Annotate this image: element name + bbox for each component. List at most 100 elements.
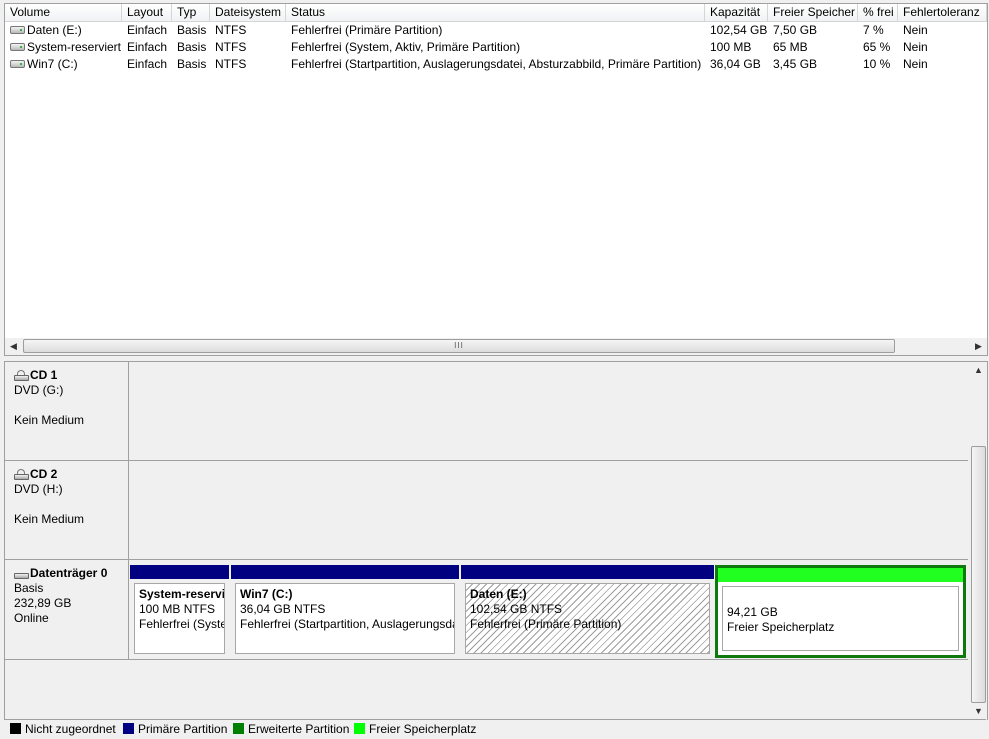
disk-status: Kein Medium xyxy=(14,413,85,427)
disk-size xyxy=(14,497,128,512)
table-cell: 7,50 GB xyxy=(773,23,818,37)
table-cell: 65 MB xyxy=(773,40,808,54)
partition-name: System-reservi xyxy=(139,587,225,601)
table-cell: Einfach xyxy=(127,57,168,71)
column-header[interactable]: Kapazität xyxy=(705,4,768,21)
table-cell: 65 % xyxy=(863,40,891,54)
table-cell: Win7 (C:) xyxy=(7,56,122,73)
chevron-down-icon[interactable]: ▼ xyxy=(970,703,987,720)
partition-status: Freier Speicherplatz xyxy=(727,620,835,634)
partition-box: Win7 (C:) 36,04 GB NTFS Fehlerfrei (Star… xyxy=(235,583,455,654)
chevron-left-icon[interactable]: ◀ xyxy=(5,338,22,355)
disk-info-cd2[interactable]: CD 2 DVD (H:) Kein Medium xyxy=(5,461,129,560)
table-cell: NTFS xyxy=(215,23,247,37)
partition-name: Daten (E:) xyxy=(470,587,527,601)
table-row[interactable]: Win7 (C:) Einfach Basis NTFS Fehlerfrei (Sta… xyxy=(5,56,987,73)
legend-item-primary: Primäre Partition xyxy=(123,720,227,739)
legend: Nicht zugeordnet Primäre Partition Erwei… xyxy=(4,719,986,739)
legend-item-unallocated: Nicht zugeordnet xyxy=(10,720,116,739)
table-cell: Einfach xyxy=(127,23,168,37)
table-cell: Daten (E:) xyxy=(7,22,122,39)
horizontal-scrollbar[interactable]: ◀ III ▶ xyxy=(5,338,987,355)
table-cell: Basis xyxy=(177,57,207,71)
legend-swatch xyxy=(354,723,365,735)
volume-list[interactable]: Volume Layout Typ Dateisystem Status Kapazitä… xyxy=(4,3,988,356)
disk-area-cd2[interactable] xyxy=(129,461,968,560)
volume-drive-icon xyxy=(10,59,25,68)
disk-title: Datenträger 0 xyxy=(30,566,108,580)
partition-daten[interactable]: Daten (E:) 102,54 GB NTFS Fehlerfrei (Pr… xyxy=(461,565,714,658)
partition-size: 94,21 GB xyxy=(727,605,778,619)
disk-title: CD 2 xyxy=(30,467,58,481)
column-header[interactable]: Dateisystem xyxy=(210,4,286,21)
partition-bar-primary xyxy=(231,565,459,579)
scroll-thumb[interactable]: III xyxy=(23,339,895,353)
table-cell: 3,45 GB xyxy=(773,57,818,71)
table-cell: Fehlerfrei (Primäre Partition) xyxy=(291,23,443,37)
legend-label: Primäre Partition xyxy=(138,722,228,736)
legend-item-extended: Erweiterte Partition xyxy=(233,720,349,739)
column-header[interactable]: % frei xyxy=(858,4,898,21)
table-cell: NTFS xyxy=(215,57,247,71)
partition-status: Fehlerfrei (Startpartition, Auslagerungs… xyxy=(240,617,455,631)
partition-status: Fehlerfrei (Syste xyxy=(139,617,225,631)
volume-list-header: Volume Layout Typ Dateisystem Status Kapazitä… xyxy=(5,4,987,22)
column-header[interactable]: Status xyxy=(286,4,705,21)
table-row[interactable]: System-reserviert Einfach Basis NTFS Fehlerf… xyxy=(5,39,987,56)
chevron-right-icon[interactable]: ▶ xyxy=(970,338,987,355)
volume-drive-icon xyxy=(10,25,25,34)
volume-name: Win7 (C:) xyxy=(27,57,78,71)
column-header[interactable]: Fehlertoleranz xyxy=(898,4,987,21)
partition-bar-free xyxy=(718,568,963,582)
table-row[interactable]: Daten (E:) Einfach Basis NTFS Fehlerfrei (Pr… xyxy=(5,22,987,39)
disk-info-disk0[interactable]: Datenträger 0 Basis 232,89 GB Online xyxy=(5,560,129,660)
table-cell: Fehlerfrei (System, Aktiv, Primäre Parti… xyxy=(291,40,521,54)
table-cell: Nein xyxy=(903,57,928,71)
partition-name xyxy=(727,590,958,605)
volume-name: System-reserviert xyxy=(27,40,122,54)
partition-bar-primary xyxy=(130,565,229,579)
legend-item-free: Freier Speicherplatz xyxy=(354,720,476,739)
partition-name: Win7 (C:) xyxy=(240,587,293,601)
legend-swatch xyxy=(233,723,244,735)
partition-size: 100 MB NTFS xyxy=(139,602,216,616)
disk-area-cd1[interactable] xyxy=(129,362,968,461)
partition-box-selected: Daten (E:) 102,54 GB NTFS Fehlerfrei (Pr… xyxy=(465,583,710,654)
partition-win7[interactable]: Win7 (C:) 36,04 GB NTFS Fehlerfrei (Star… xyxy=(231,565,459,658)
table-cell: Nein xyxy=(903,40,928,54)
disk-status: Online xyxy=(14,611,49,625)
table-cell: System-reserviert xyxy=(7,39,122,56)
disk-type: DVD (H:) xyxy=(14,482,63,496)
vertical-scrollbar[interactable]: ▲ ▼ xyxy=(970,362,987,720)
disk-row-cd2: CD 2 DVD (H:) Kein Medium xyxy=(5,461,968,560)
partition-bar-primary xyxy=(461,565,714,579)
table-cell: Einfach xyxy=(127,40,168,54)
disk-graphical-view: CD 1 DVD (G:) Kein Medium CD 2 DVD (H:) … xyxy=(4,361,988,720)
disk-title: CD 1 xyxy=(30,368,58,382)
partition-box: 94,21 GB Freier Speicherplatz xyxy=(722,586,959,651)
table-cell: 7 % xyxy=(863,23,884,37)
scroll-thumb-grip: III xyxy=(454,341,464,350)
partition-free-space[interactable]: 94,21 GB Freier Speicherplatz xyxy=(715,565,966,658)
column-header[interactable]: Freier Speicher xyxy=(768,4,858,21)
volume-drive-icon xyxy=(10,42,25,51)
table-cell: NTFS xyxy=(215,40,247,54)
table-cell: Basis xyxy=(177,40,207,54)
disk-status: Kein Medium xyxy=(14,512,85,526)
disk-info-cd1[interactable]: CD 1 DVD (G:) Kein Medium xyxy=(5,362,129,461)
partition-system-reserved[interactable]: System-reservi 100 MB NTFS Fehlerfrei (S… xyxy=(130,565,229,658)
scroll-thumb[interactable] xyxy=(971,446,986,703)
table-cell: Basis xyxy=(177,23,207,37)
table-cell: 102,54 GB xyxy=(710,23,768,37)
table-cell: 36,04 GB xyxy=(710,57,761,71)
column-header[interactable]: Layout xyxy=(122,4,172,21)
disk-size: 232,89 GB xyxy=(14,596,72,610)
disk-row-cd1: CD 1 DVD (G:) Kein Medium xyxy=(5,362,968,461)
column-header[interactable]: Volume xyxy=(5,4,122,21)
table-cell: 100 MB xyxy=(710,40,752,54)
column-header[interactable]: Typ xyxy=(172,4,210,21)
disk-type: Basis xyxy=(14,581,44,595)
chevron-up-icon[interactable]: ▲ xyxy=(970,362,987,379)
volume-name: Daten (E:) xyxy=(27,23,82,37)
partition-size: 102,54 GB NTFS xyxy=(470,602,563,616)
